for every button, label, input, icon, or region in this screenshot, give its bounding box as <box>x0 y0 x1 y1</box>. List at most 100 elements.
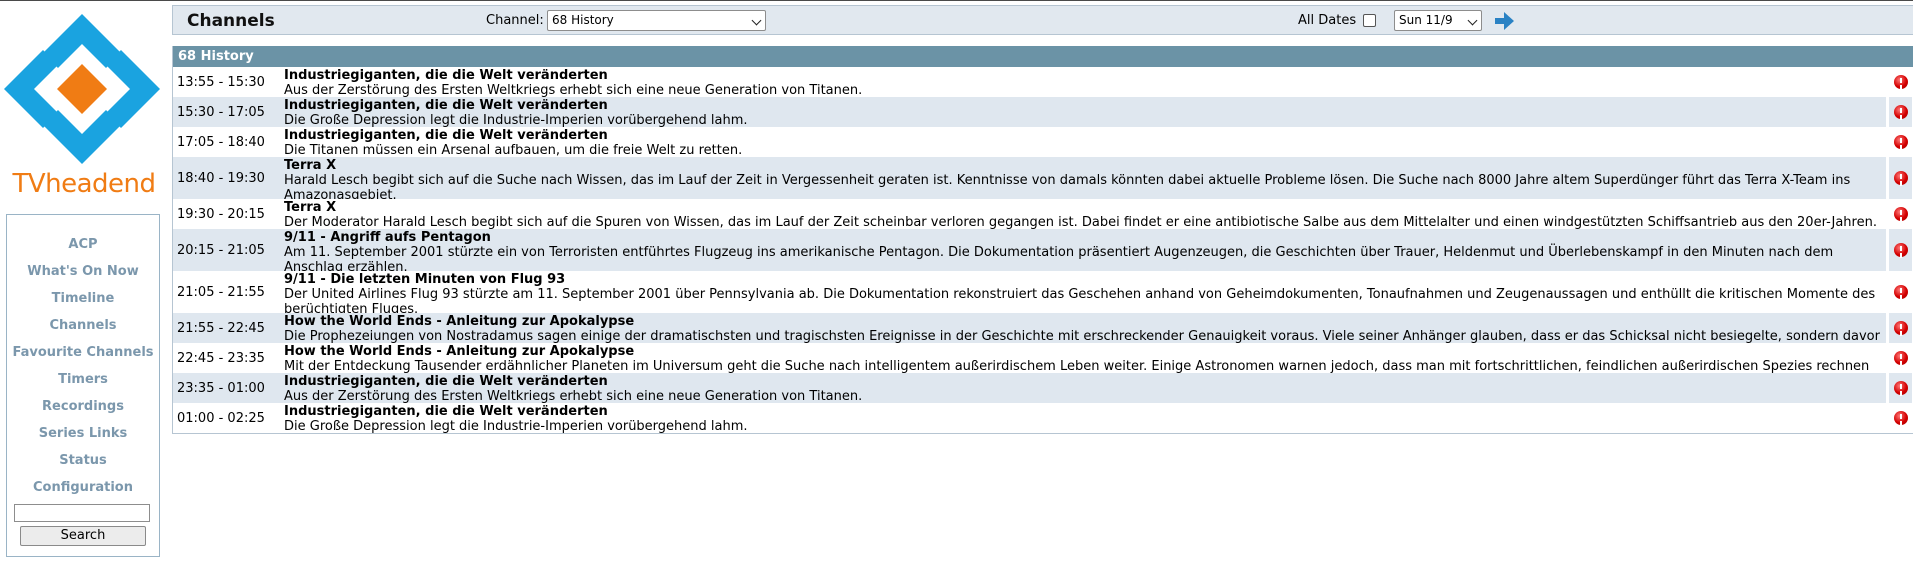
epg-time: 01:00 - 02:25 <box>177 410 265 426</box>
epg-time: 13:55 - 15:30 <box>177 74 265 90</box>
record-icon[interactable] <box>1894 243 1908 257</box>
epg-time: 17:05 - 18:40 <box>177 134 265 150</box>
page-header: Channels Channel: 68 History All Dates S… <box>172 5 1913 35</box>
column-divider <box>1886 97 1889 127</box>
epg-row[interactable]: 22:45 - 23:35 How the World Ends - Anleit… <box>173 343 1913 389</box>
epg-program: Industriegiganten, die die Welt veränder… <box>284 127 1884 159</box>
record-icon[interactable] <box>1894 381 1908 395</box>
record-icon[interactable] <box>1894 411 1908 425</box>
column-divider <box>1886 403 1889 433</box>
epg-row[interactable]: 18:40 - 19:30 Terra X Harald Lesch begibt … <box>173 157 1913 203</box>
search-button[interactable]: Search <box>20 526 146 546</box>
sidebar-item-configuration[interactable]: Configuration <box>7 474 159 501</box>
epg-title: How the World Ends - Anleitung zur Apoka… <box>284 344 635 359</box>
epg-program: Terra X Harald Lesch begibt sich auf die … <box>284 157 1884 204</box>
record-icon[interactable] <box>1894 135 1908 149</box>
epg-row[interactable]: 21:05 - 21:55 9/11 - Die letzten Minuten … <box>173 271 1913 317</box>
date-select[interactable]: Sun 11/9 <box>1394 10 1482 31</box>
record-icon[interactable] <box>1894 285 1908 299</box>
epg-time: 22:45 - 23:35 <box>177 350 265 366</box>
epg-rows: 13:55 - 15:30 Industriegiganten, die die … <box>173 67 1913 435</box>
epg-program: 9/11 - Angriff aufs Pentagon Am 11. Septe… <box>284 229 1884 276</box>
sidebar-item-channels[interactable]: Channels <box>7 312 159 339</box>
epg-description: Die Titanen müssen ein Arsenal aufbauen,… <box>284 143 743 158</box>
epg-row[interactable]: 21:55 - 22:45 How the World Ends - Anleit… <box>173 313 1913 359</box>
sidebar-menu: ACP What's On Now Timeline Channels Favo… <box>6 214 160 557</box>
chevron-down-icon <box>1467 15 1478 26</box>
column-divider <box>1886 157 1889 199</box>
epg-row[interactable]: 17:05 - 18:40 Industriegiganten, die die … <box>173 127 1913 159</box>
epg-title: Industriegiganten, die die Welt veränder… <box>284 128 608 143</box>
epg-program: Terra X Der Moderator Harald Lesch begibt… <box>284 199 1884 231</box>
sidebar-item-timeline[interactable]: Timeline <box>7 285 159 312</box>
sidebar-item-acp[interactable]: ACP <box>7 231 159 258</box>
channel-label: Channel: <box>486 13 544 28</box>
epg-time: 19:30 - 20:15 <box>177 206 265 222</box>
arrow-right-icon[interactable] <box>1493 10 1515 32</box>
epg-program: Industriegiganten, die die Welt veränder… <box>284 97 1884 129</box>
sidebar-item-whats-on-now[interactable]: What's On Now <box>7 258 159 285</box>
column-divider <box>1886 229 1889 271</box>
record-icon[interactable] <box>1894 171 1908 185</box>
epg-title: 9/11 - Die letzten Minuten von Flug 93 <box>284 272 566 287</box>
epg-description: Die Große Depression legt die Industrie-… <box>284 419 748 434</box>
column-divider <box>1886 373 1889 403</box>
column-divider <box>1886 343 1889 373</box>
record-icon[interactable] <box>1894 105 1908 119</box>
epg-title: Terra X <box>284 200 337 215</box>
logo-text: TVheadend <box>12 169 156 199</box>
column-divider <box>1886 67 1889 97</box>
epg-row[interactable]: 20:15 - 21:05 9/11 - Angriff aufs Pentago… <box>173 229 1913 275</box>
search-input[interactable] <box>14 504 150 522</box>
epg-title: Industriegiganten, die die Welt veränder… <box>284 404 608 419</box>
epg-title: Industriegiganten, die die Welt veränder… <box>284 98 608 113</box>
epg-channel-header: 68 History <box>173 46 1913 67</box>
record-icon[interactable] <box>1894 75 1908 89</box>
epg-program: Industriegiganten, die die Welt veränder… <box>284 67 1884 99</box>
column-divider <box>1886 271 1889 313</box>
column-divider <box>1886 127 1889 157</box>
record-icon[interactable] <box>1894 207 1908 221</box>
chevron-down-icon <box>751 15 762 26</box>
epg-row[interactable]: 15:30 - 17:05 Industriegiganten, die die … <box>173 97 1913 129</box>
epg-description: Der Moderator Harald Lesch begibt sich a… <box>284 215 1877 230</box>
epg-program: 9/11 - Die letzten Minuten von Flug 93 De… <box>284 271 1884 318</box>
page-title: Channels <box>187 11 275 31</box>
epg-description: Aus der Zerstörung des Ersten Weltkriegs… <box>284 83 863 98</box>
top-border <box>0 0 1913 1</box>
epg-description: Die Große Depression legt die Industrie-… <box>284 113 748 128</box>
epg-time: 23:35 - 01:00 <box>177 380 265 396</box>
epg-title: How the World Ends - Anleitung zur Apoka… <box>284 314 635 329</box>
epg-time: 21:55 - 22:45 <box>177 320 265 336</box>
epg-row[interactable]: 23:35 - 01:00 Industriegiganten, die die … <box>173 373 1913 405</box>
sidebar-item-timers[interactable]: Timers <box>7 366 159 393</box>
logo-mark-icon <box>4 14 160 164</box>
column-divider <box>1886 199 1889 229</box>
epg-title: Industriegiganten, die die Welt veränder… <box>284 374 608 389</box>
epg-title: 9/11 - Angriff aufs Pentagon <box>284 230 491 245</box>
date-select-value: Sun 11/9 <box>1399 13 1453 27</box>
epg-description: Aus der Zerstörung des Ersten Weltkriegs… <box>284 389 863 404</box>
record-icon[interactable] <box>1894 351 1908 365</box>
all-dates-label: All Dates <box>1298 13 1357 28</box>
epg-time: 18:40 - 19:30 <box>177 170 265 186</box>
epg-table: 68 History 13:55 - 15:30 Industriegigante… <box>172 46 1913 434</box>
sidebar-item-favourite-channels[interactable]: Favourite Channels <box>7 339 159 366</box>
all-dates-checkbox[interactable] <box>1363 14 1376 27</box>
epg-row[interactable]: 01:00 - 02:25 Industriegiganten, die die … <box>173 403 1913 435</box>
epg-program: Industriegiganten, die die Welt veränder… <box>284 403 1884 435</box>
tvheadend-logo[interactable]: TVheadend <box>4 14 160 199</box>
record-icon[interactable] <box>1894 321 1908 335</box>
channel-select[interactable]: 68 History <box>547 10 766 31</box>
epg-time: 21:05 - 21:55 <box>177 284 265 300</box>
epg-time: 20:15 - 21:05 <box>177 242 265 258</box>
epg-row[interactable]: 19:30 - 20:15 Terra X Der Moderator Harald… <box>173 199 1913 231</box>
channel-select-value: 68 History <box>552 13 614 27</box>
epg-program: Industriegiganten, die die Welt veränder… <box>284 373 1884 405</box>
column-divider <box>1886 313 1889 343</box>
sidebar-item-recordings[interactable]: Recordings <box>7 393 159 420</box>
sidebar-item-status[interactable]: Status <box>7 447 159 474</box>
sidebar-item-series-links[interactable]: Series Links <box>7 420 159 447</box>
epg-row[interactable]: 13:55 - 15:30 Industriegiganten, die die … <box>173 67 1913 99</box>
epg-time: 15:30 - 17:05 <box>177 104 265 120</box>
